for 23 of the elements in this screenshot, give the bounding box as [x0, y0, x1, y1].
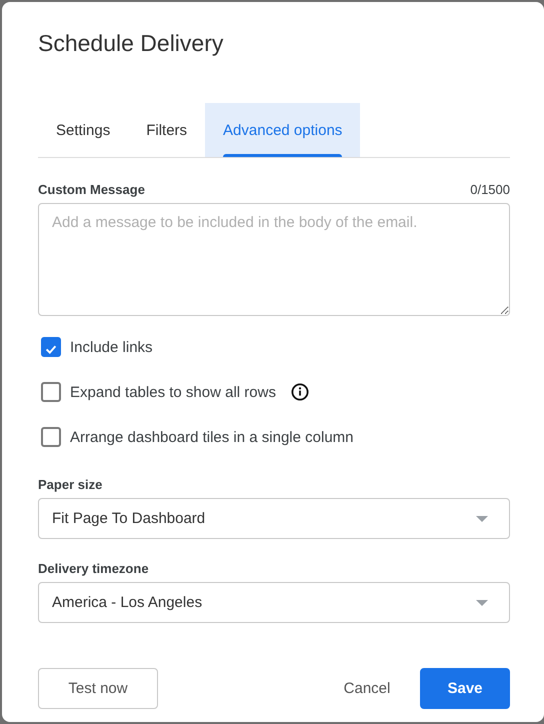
info-icon[interactable]: [290, 383, 309, 401]
tab[interactable]: Advanced options: [205, 103, 360, 157]
field-label: Paper size: [38, 477, 102, 492]
field-label: Custom Message: [38, 182, 145, 197]
message-field[interactable]: Add a message to be included in the body of the email.: [38, 203, 510, 316]
checkbox-label[interactable]: Arrange dashboard tiles in a single column: [70, 428, 354, 446]
field-label: Delivery timezone: [38, 561, 149, 576]
tab[interactable]: Settings: [38, 103, 128, 157]
checkbox[interactable]: [41, 427, 61, 447]
dropdown-field[interactable]: America - Los Angeles: [38, 582, 510, 623]
save-button[interactable]: Save: [420, 668, 510, 709]
checkbox[interactable]: [41, 337, 61, 357]
dialog-title: Schedule Delivery: [38, 30, 224, 58]
checkbox-label[interactable]: Include links: [70, 338, 153, 356]
test-button[interactable]: Test now: [38, 668, 158, 709]
tab[interactable]: Filters: [128, 103, 206, 157]
character-counter: 0/1500: [470, 182, 510, 197]
caret-icon: [476, 516, 488, 522]
checkbox[interactable]: [41, 382, 61, 402]
dropdown-field[interactable]: Fit Page To Dashboard: [38, 498, 510, 539]
caret-icon: [476, 600, 488, 606]
cancel-button[interactable]: Cancel: [322, 668, 412, 709]
checkbox-label[interactable]: Expand tables to show all rows: [70, 384, 276, 400]
